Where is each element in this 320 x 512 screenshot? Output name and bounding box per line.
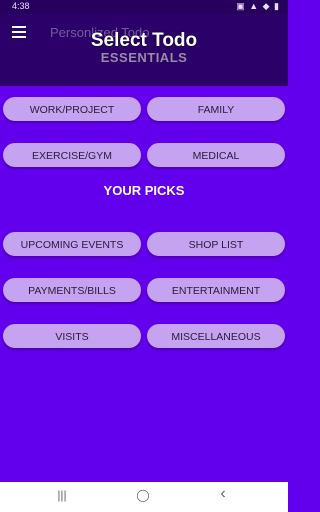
- exercise-gym-button[interactable]: EXERCISE/GYM: [3, 143, 141, 167]
- entertainment-button[interactable]: ENTERTAINMENT: [147, 278, 285, 302]
- miscellaneous-button[interactable]: MISCELLANEOUS: [147, 324, 285, 348]
- status-bar: 4:38 ▣ ▲ ◆ ▮: [0, 0, 288, 14]
- home-icon[interactable]: ◯: [133, 488, 153, 506]
- back-icon[interactable]: ‹: [213, 485, 233, 503]
- shop-list-button[interactable]: SHOP LIST: [147, 232, 285, 256]
- essentials-heading: ESSENTIALS: [100, 50, 188, 65]
- upcoming-events-button[interactable]: UPCOMING EVENTS: [3, 232, 141, 256]
- app-bar: Personlized Todo Select Todo ESSENTIALS: [0, 14, 288, 86]
- medical-button[interactable]: MEDICAL: [147, 143, 285, 167]
- status-time: 4:38: [12, 1, 30, 11]
- status-icons: ▣ ▲ ◆ ▮: [236, 1, 280, 11]
- recents-icon[interactable]: |||: [52, 488, 72, 506]
- overlay-title: Select Todo: [90, 30, 198, 51]
- family-button[interactable]: FAMILY: [147, 97, 285, 121]
- work-project-button[interactable]: WORK/PROJECT: [3, 97, 141, 121]
- payments-bills-button[interactable]: PAYMENTS/BILLS: [3, 278, 141, 302]
- your-picks-heading: YOUR PICKS: [103, 183, 185, 198]
- system-nav-bar: ||| ◯ ‹: [0, 482, 288, 512]
- visits-button[interactable]: VISITS: [3, 324, 141, 348]
